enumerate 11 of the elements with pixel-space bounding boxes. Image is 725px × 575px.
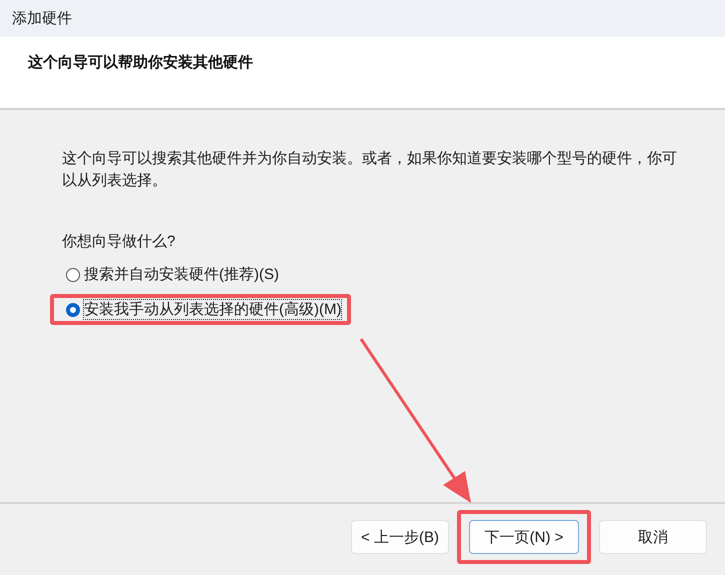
radio-option[interactable]: 安装我手动从列表选择的硬件(高级)(M) bbox=[66, 300, 342, 319]
description-text: 这个向导可以搜索其他硬件并为你自动安装。或者，如果你知道要安装哪个型号的硬件，你可以从列表选择。 bbox=[62, 149, 678, 191]
window-title: 添加硬件 bbox=[12, 9, 72, 28]
radio-button[interactable] bbox=[66, 302, 80, 316]
dialog-button[interactable]: 取消 bbox=[599, 520, 707, 554]
page-heading: 这个向导可以帮助你安装其他硬件 bbox=[28, 53, 254, 72]
radio-option[interactable]: 搜索并自动安装硬件(推荐)(S) bbox=[66, 265, 279, 284]
dialog-button[interactable]: < 上一步(B) bbox=[351, 520, 449, 554]
dialog-button[interactable]: 下一页(N) > bbox=[469, 520, 579, 554]
radio-button[interactable] bbox=[66, 268, 80, 282]
question-label: 你想向导做什么? bbox=[62, 232, 176, 251]
